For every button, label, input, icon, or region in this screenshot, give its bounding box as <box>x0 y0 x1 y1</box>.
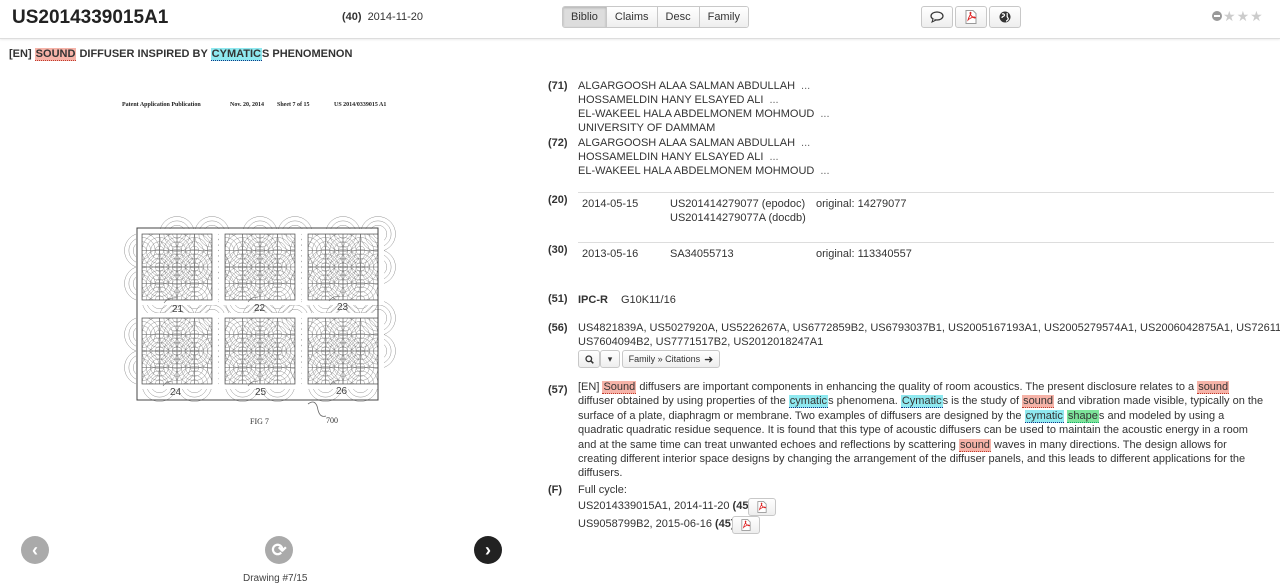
family-pdf-button[interactable] <box>748 498 776 516</box>
action-buttons <box>921 6 1021 28</box>
highlight-sound: sound <box>958 438 991 452</box>
patent-title: [EN] SOUND DIFFUSER INSPIRED BY CYMATICS… <box>9 48 353 61</box>
family-pdf-button[interactable] <box>732 516 760 534</box>
comment-button[interactable] <box>921 6 953 28</box>
applicant-name[interactable]: ALGARGOOSH ALAA SALMAN ABDULLAH... <box>578 80 810 92</box>
drawing-fig-label: FIG 7 <box>250 417 269 426</box>
top-bar: US2014339015A1 (40) 2014-11-20 Biblio Cla… <box>0 0 1280 39</box>
highlight-sound: Sound <box>602 381 637 394</box>
ipc-code: (51) <box>548 293 568 305</box>
abstract-code: (57) <box>548 384 568 396</box>
previous-drawing-button[interactable]: ‹ <box>21 536 49 564</box>
family-citations-button[interactable]: Family » Citations ➜ <box>622 350 720 368</box>
pdf-icon <box>757 501 767 513</box>
highlight-cymatic: cymatic <box>788 395 829 409</box>
star-icon[interactable]: ★ <box>1223 9 1236 23</box>
inventor-name[interactable]: HOSSAMELDIN HANY ELSAYED ALI... <box>578 151 779 163</box>
tab-desc[interactable]: Desc <box>657 7 700 27</box>
publication-date: (40) 2014-11-20 <box>342 11 423 23</box>
tab-biblio[interactable]: Biblio <box>563 7 607 27</box>
pdf-icon <box>965 10 977 24</box>
drawing-part-label: 24 <box>170 387 182 398</box>
ipc-label: IPC-R <box>578 294 608 306</box>
rating-stars: ★ ★ ★ <box>1212 9 1263 23</box>
star-icon[interactable]: ★ <box>1250 9 1263 23</box>
caret-down-icon: ▾ <box>607 353 613 364</box>
reload-drawing-button[interactable]: ⟳ <box>265 536 293 564</box>
publication-date-value: 2014-11-20 <box>367 11 424 23</box>
highlight-shape: shape <box>1066 409 1099 423</box>
star-icon[interactable]: ★ <box>1237 9 1250 23</box>
chevron-right-icon: › <box>485 539 491 560</box>
title-highlight-cymatic: CYMATIC <box>210 48 262 61</box>
citations-code: (56) <box>548 322 568 334</box>
tab-claims[interactable]: Claims <box>606 7 658 27</box>
applicant-name[interactable]: UNIVERSITY OF DAMMAM <box>578 122 715 134</box>
title-end: S PHENOMENON <box>261 48 353 60</box>
divider <box>578 242 1274 243</box>
patent-drawing: Patent Application Publication Nov. 20, … <box>120 98 410 428</box>
highlight-sound: sound <box>1022 395 1055 409</box>
application-original: original: 14279077 <box>816 198 907 210</box>
globe-button[interactable] <box>989 6 1021 28</box>
publication-date-code: (40) <box>342 11 362 23</box>
priority-number: SA34055713 <box>670 248 734 260</box>
tab-family[interactable]: Family <box>699 7 748 27</box>
application-epodoc: US201414279077 (epodoc) <box>670 198 806 210</box>
priority-code: (30) <box>548 244 568 256</box>
divider <box>578 192 1274 193</box>
citations-dropdown-button[interactable]: ▾ <box>600 350 620 368</box>
priority-date: 2013-05-16 <box>582 248 639 260</box>
chevron-left-icon: ‹ <box>32 539 38 560</box>
clear-rating-icon[interactable] <box>1212 11 1222 21</box>
drawing-stroke <box>307 401 327 417</box>
inventors-code: (72) <box>548 137 568 149</box>
title-middle: DIFFUSER INSPIRED BY <box>76 48 211 60</box>
view-tabs: Biblio Claims Desc Family <box>562 6 749 28</box>
publication-number: US2014339015A1 <box>12 7 169 28</box>
application-date: 2014-05-15 <box>582 198 639 210</box>
applicant-name[interactable]: EL-WAKEEL HALA ABDELMONEM MOHMOUD... <box>578 108 830 120</box>
highlight-cymatic: cymatic <box>1024 409 1064 423</box>
abstract-text: [EN] Sound diffusers are important compo… <box>578 381 1264 480</box>
family-member[interactable]: US2014339015A1, 2014-11-20 (45) <box>578 500 752 512</box>
drawing-figure <box>124 216 396 417</box>
application-docdb: US201414279077A (docdb) <box>670 212 806 224</box>
inventor-name[interactable]: EL-WAKEEL HALA ABDELMONEM MOHMOUD... <box>578 165 830 177</box>
globe-icon <box>999 11 1011 23</box>
reload-icon: ⟳ <box>271 539 287 560</box>
priority-original: original: 113340557 <box>816 248 912 260</box>
drawing-part-label: 23 <box>337 302 349 313</box>
pdf-icon <box>741 519 751 531</box>
drawing-part-label: 25 <box>255 387 267 398</box>
application-code: (20) <box>548 194 568 206</box>
applicant-name[interactable]: HOSSAMELDIN HANY ELSAYED ALI... <box>578 94 779 106</box>
applicants-code: (71) <box>548 80 568 92</box>
next-drawing-button[interactable]: › <box>474 536 502 564</box>
drawing-ref-label: 700 <box>326 416 338 425</box>
title-highlight-sound: SOUND <box>34 48 77 61</box>
drawing-part-label: 21 <box>172 304 184 315</box>
inventor-name[interactable]: ALGARGOOSH ALAA SALMAN ABDULLAH... <box>578 137 810 149</box>
pdf-button[interactable] <box>955 6 987 28</box>
title-lang: [EN] <box>9 48 32 60</box>
highlight-cymatic: Cymatic <box>900 395 943 409</box>
ipc-value[interactable]: G10K11/16 <box>621 294 676 306</box>
citations-line[interactable]: US4821839A, US5027920A, US5226267A, US67… <box>578 322 1280 334</box>
family-member[interactable]: US9058799B2, 2015-06-16 (45) <box>578 518 735 530</box>
family-label: Full cycle: <box>578 484 627 496</box>
citations-line[interactable]: US7604094B2, US7771517B2, US2012018247A1 <box>578 336 823 348</box>
family-code: (F) <box>548 484 563 496</box>
arrow-right-icon: ➜ <box>704 353 714 366</box>
family-citations-label: Family » Citations <box>628 354 701 364</box>
search-icon <box>584 354 594 364</box>
highlight-sound: sound <box>1197 381 1230 394</box>
drawing-part-label: 22 <box>254 303 266 314</box>
comment-icon <box>930 11 944 23</box>
citations-search-button[interactable] <box>578 350 600 368</box>
drawing-part-label: 26 <box>336 386 348 397</box>
